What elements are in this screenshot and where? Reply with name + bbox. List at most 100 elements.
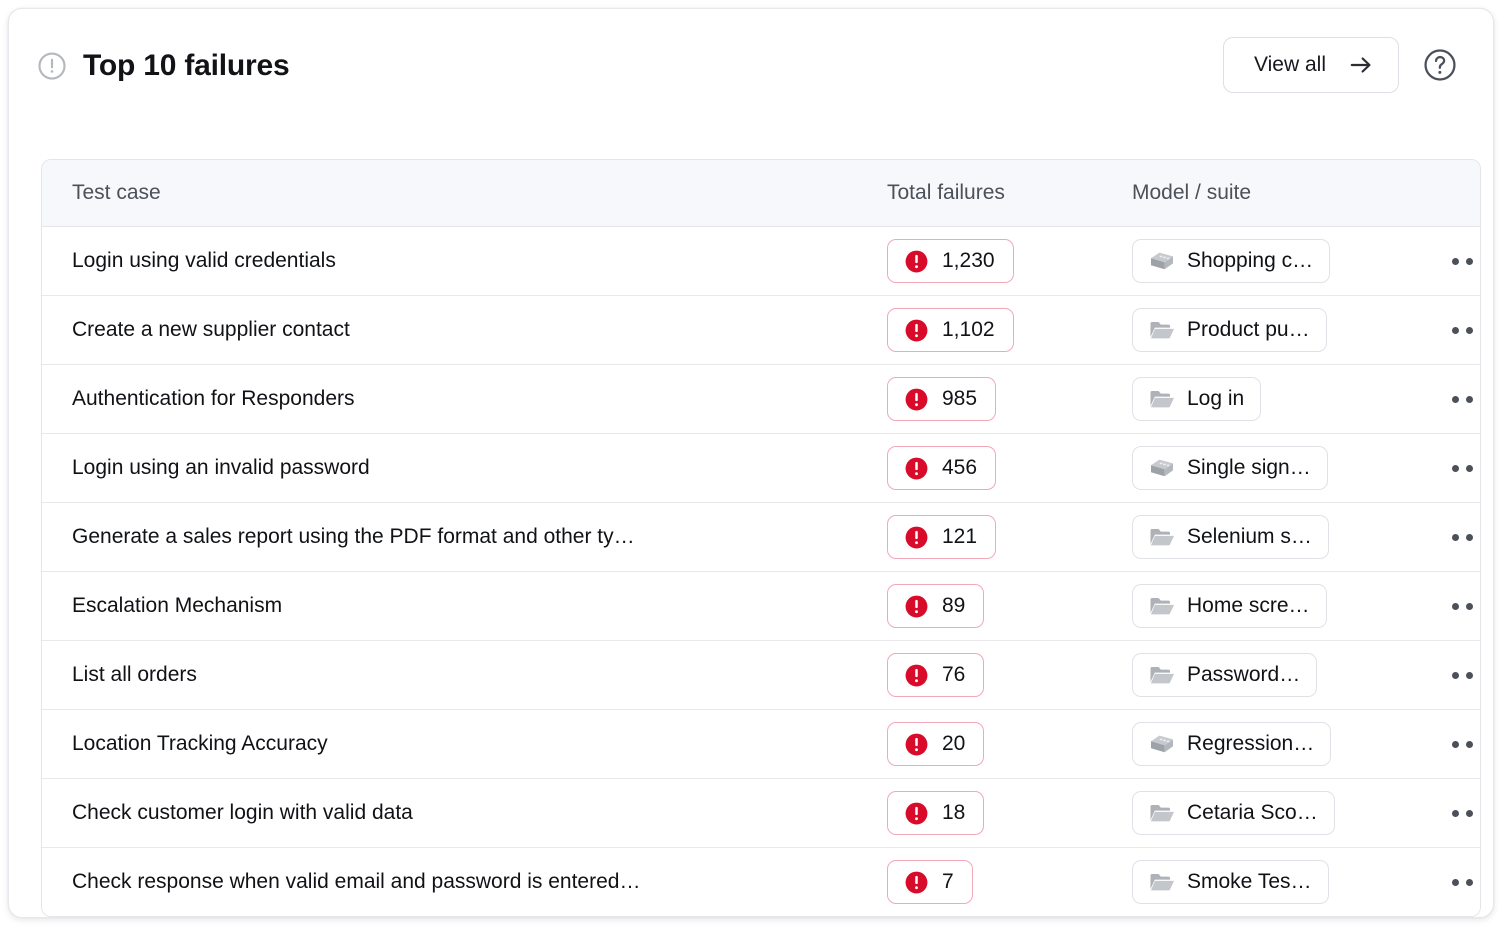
model-suite-label: Shopping c… xyxy=(1187,249,1314,272)
table-row[interactable]: Login using an invalid password 456 Sing… xyxy=(42,434,1480,503)
failure-count-badge[interactable]: 20 xyxy=(887,722,985,766)
test-case-name: Location Tracking Accuracy xyxy=(72,732,328,755)
view-all-button[interactable]: View all xyxy=(1223,37,1399,93)
total-failures-cell: 456 xyxy=(887,446,1132,490)
row-menu-button[interactable] xyxy=(1446,662,1480,689)
help-circle-icon[interactable] xyxy=(1423,48,1457,82)
failure-count-badge[interactable]: 89 xyxy=(887,584,985,628)
row-menu-button[interactable] xyxy=(1446,800,1481,827)
ellipsis-dot xyxy=(1452,533,1459,541)
row-actions-cell xyxy=(1432,386,1480,413)
model-suite-chip[interactable]: Single sign… xyxy=(1132,446,1328,490)
row-menu-button[interactable] xyxy=(1446,869,1480,896)
failure-count-badge[interactable]: 456 xyxy=(887,446,997,490)
test-case-name: Escalation Mechanism xyxy=(72,594,283,617)
top-failures-card: Top 10 failures View all Test case Total… xyxy=(8,8,1494,918)
title-group: Top 10 failures xyxy=(37,49,290,83)
model-suite-chip[interactable]: Log in xyxy=(1132,377,1262,421)
model-suite-chip[interactable]: Shopping c… xyxy=(1132,239,1331,283)
table-row[interactable]: List all orders 76 Password… xyxy=(42,641,1480,710)
folder-open-icon xyxy=(1150,322,1174,339)
failure-count-badge[interactable]: 121 xyxy=(887,515,997,559)
table-row[interactable]: Check customer login with valid data 18 … xyxy=(42,779,1480,848)
row-menu-button[interactable] xyxy=(1446,248,1480,275)
table-row[interactable]: Login using valid credentials 1,230 Shop… xyxy=(42,227,1480,296)
model-suite-chip[interactable]: Regression… xyxy=(1132,722,1332,766)
total-failures-cell: 20 xyxy=(887,722,1132,766)
model-suite-label: Product pu… xyxy=(1187,318,1310,341)
model-suite-cell: Smoke Tes… xyxy=(1132,860,1432,904)
row-menu-button[interactable] xyxy=(1446,455,1480,482)
test-case-cell: Login using an invalid password xyxy=(42,456,887,480)
table-row[interactable]: Location Tracking Accuracy 20 Regression… xyxy=(42,710,1480,779)
row-menu-button[interactable] xyxy=(1446,593,1480,620)
total-failures-cell: 1,102 xyxy=(887,308,1132,352)
failures-table: Test case Total failures Model / suite L… xyxy=(41,159,1481,917)
model-brick-icon xyxy=(1151,735,1173,753)
model-suite-chip[interactable]: Password… xyxy=(1132,653,1318,697)
row-actions-cell xyxy=(1432,662,1480,689)
failure-count-badge[interactable]: 76 xyxy=(887,653,985,697)
failure-count-badge[interactable]: 18 xyxy=(887,791,985,835)
ellipsis-dot xyxy=(1452,809,1459,817)
model-suite-chip[interactable]: Cetaria Sco… xyxy=(1132,791,1335,835)
model-suite-label: Single sign… xyxy=(1187,456,1311,479)
test-case-name: Login using an invalid password xyxy=(72,456,370,479)
model-suite-chip[interactable]: Product pu… xyxy=(1132,308,1327,352)
failure-count-value: 456 xyxy=(942,456,978,479)
model-suite-label: Password… xyxy=(1187,663,1301,686)
ellipsis-dot xyxy=(1452,740,1459,748)
total-failures-cell: 985 xyxy=(887,377,1132,421)
model-suite-label: Selenium s… xyxy=(1187,525,1312,548)
column-header-total-failures: Total failures xyxy=(887,181,1005,204)
total-failures-cell: 121 xyxy=(887,515,1132,559)
table-row[interactable]: Escalation Mechanism 89 Home scre… xyxy=(42,572,1480,641)
card-header: Top 10 failures View all xyxy=(9,9,1493,139)
table-header-row: Test case Total failures Model / suite xyxy=(42,160,1480,227)
test-case-cell: List all orders xyxy=(42,663,887,687)
ellipsis-dot xyxy=(1452,257,1459,265)
folder-open-icon xyxy=(1150,874,1174,891)
failure-count-badge[interactable]: 1,102 xyxy=(887,308,1014,352)
ellipsis-dot xyxy=(1466,326,1473,334)
failure-count-badge[interactable]: 7 xyxy=(887,860,973,904)
table-row[interactable]: Create a new supplier contact 1,102 Prod… xyxy=(42,296,1480,365)
test-case-cell: Login using valid credentials xyxy=(42,249,887,273)
row-actions-cell xyxy=(1432,248,1480,275)
row-menu-button[interactable] xyxy=(1446,524,1480,551)
exclamation-filled-icon xyxy=(905,802,928,824)
column-header-model-suite: Model / suite xyxy=(1132,181,1252,204)
ellipsis-dot xyxy=(1466,809,1473,817)
total-failures-cell: 7 xyxy=(887,860,1132,904)
alert-circle-icon xyxy=(38,52,66,80)
test-case-cell: Check response when valid email and pass… xyxy=(42,870,887,894)
ellipsis-dot xyxy=(1466,533,1473,541)
test-case-name: Check customer login with valid data xyxy=(72,801,413,824)
ellipsis-dot xyxy=(1466,878,1473,886)
row-menu-button[interactable] xyxy=(1446,317,1481,344)
row-menu-button[interactable] xyxy=(1446,731,1480,758)
table-row[interactable]: Authentication for Responders 985 Log in xyxy=(42,365,1480,434)
model-suite-chip[interactable]: Smoke Tes… xyxy=(1132,860,1329,904)
table-row[interactable]: Check response when valid email and pass… xyxy=(42,848,1480,916)
exclamation-filled-icon xyxy=(905,595,928,617)
ellipsis-dot xyxy=(1452,326,1459,334)
model-suite-chip[interactable]: Home scre… xyxy=(1132,584,1327,628)
test-case-name: List all orders xyxy=(72,663,197,686)
row-actions-cell xyxy=(1432,317,1481,344)
ellipsis-dot xyxy=(1480,327,1481,334)
model-suite-cell: Password… xyxy=(1132,653,1432,697)
row-menu-button[interactable] xyxy=(1446,386,1480,413)
exclamation-filled-icon xyxy=(905,457,928,479)
model-suite-chip[interactable]: Selenium s… xyxy=(1132,515,1329,559)
failure-count-value: 20 xyxy=(942,732,966,755)
model-suite-cell: Product pu… xyxy=(1132,308,1432,352)
failure-count-badge[interactable]: 985 xyxy=(887,377,997,421)
ellipsis-dot xyxy=(1452,602,1459,610)
model-suite-cell: Home scre… xyxy=(1132,584,1432,628)
ellipsis-dot xyxy=(1480,810,1481,817)
table-row[interactable]: Generate a sales report using the PDF fo… xyxy=(42,503,1480,572)
failure-count-badge[interactable]: 1,230 xyxy=(887,239,1014,283)
test-case-cell: Location Tracking Accuracy xyxy=(42,732,887,756)
total-failures-cell: 1,230 xyxy=(887,239,1132,283)
